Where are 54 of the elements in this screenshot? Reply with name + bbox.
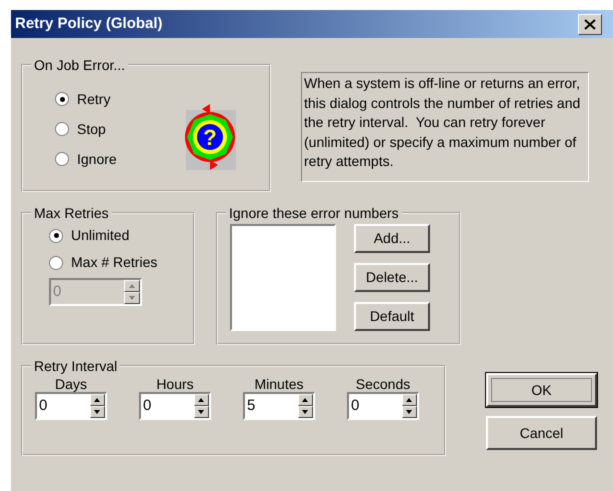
down-arrow-icon bbox=[128, 296, 135, 300]
dialog-button[interactable]: Default bbox=[354, 302, 430, 331]
radio-button[interactable] bbox=[49, 228, 63, 242]
group-label: Retry Interval bbox=[33, 359, 118, 373]
up-arrow-icon bbox=[302, 398, 308, 402]
down-arrow-icon bbox=[94, 410, 100, 414]
radio-label: Max # Retries bbox=[71, 253, 158, 272]
radio-button[interactable] bbox=[55, 122, 69, 136]
up-arrow-icon bbox=[406, 398, 412, 402]
dialog-button[interactable]: Delete... bbox=[354, 263, 430, 292]
field-label: Seconds bbox=[354, 377, 412, 392]
close-button[interactable] bbox=[578, 14, 602, 34]
field-label: Days bbox=[54, 377, 88, 392]
spin-down-button[interactable] bbox=[402, 406, 417, 418]
spin-field[interactable]: 5 bbox=[243, 392, 315, 420]
number-input[interactable]: 5 bbox=[245, 394, 298, 418]
number-input[interactable]: 0 bbox=[349, 394, 402, 418]
up-arrow-icon bbox=[94, 398, 100, 402]
group-label: Ignore these error numbers bbox=[228, 206, 400, 220]
radio-label: Ignore bbox=[77, 150, 117, 169]
spin-up-button[interactable] bbox=[402, 394, 417, 406]
spin-down-button[interactable] bbox=[90, 406, 105, 418]
spin-up-button[interactable] bbox=[298, 394, 313, 406]
down-arrow-icon bbox=[302, 410, 308, 414]
spin-field[interactable]: 0 bbox=[139, 392, 211, 420]
ok-button[interactable]: OK bbox=[486, 373, 597, 407]
group-label: Max Retries bbox=[33, 206, 110, 220]
radio-button[interactable] bbox=[49, 256, 63, 270]
spin-down-button[interactable] bbox=[298, 406, 313, 418]
cancel-button[interactable]: Cancel bbox=[486, 416, 597, 450]
down-arrow-icon bbox=[198, 410, 204, 414]
field-label: Minutes bbox=[253, 377, 305, 392]
radio-button[interactable] bbox=[55, 92, 69, 106]
spin-up-button[interactable] bbox=[194, 394, 209, 406]
up-arrow-icon bbox=[198, 398, 204, 402]
field-label: Hours bbox=[155, 377, 195, 392]
radio-label: Retry bbox=[77, 90, 110, 109]
up-arrow-icon bbox=[128, 284, 135, 288]
close-icon bbox=[584, 18, 596, 30]
description-text: When a system is off-line or returns an error, this dialog controls the number of retries and the retry interval. You can retry forever (unlimited) or specify a maximum number of retry attempts. bbox=[301, 72, 589, 182]
group-label: On Job Error... bbox=[33, 58, 126, 72]
radio-label: Stop bbox=[77, 120, 106, 139]
spin-field[interactable]: 0 bbox=[35, 392, 107, 420]
spin-down-button[interactable] bbox=[194, 406, 209, 418]
spin-field[interactable]: 0 bbox=[347, 392, 419, 420]
number-input[interactable]: 0 bbox=[37, 394, 90, 418]
down-arrow-icon bbox=[406, 410, 412, 414]
error-list[interactable] bbox=[230, 224, 336, 331]
radio-button[interactable] bbox=[55, 152, 69, 166]
radio-label: Unlimited bbox=[71, 226, 130, 245]
window-title: Retry Policy (Global) bbox=[15, 14, 163, 34]
number-input[interactable]: 0 bbox=[141, 394, 194, 418]
spin-up-button[interactable] bbox=[90, 394, 105, 406]
dialog-button[interactable]: Add... bbox=[354, 224, 430, 253]
